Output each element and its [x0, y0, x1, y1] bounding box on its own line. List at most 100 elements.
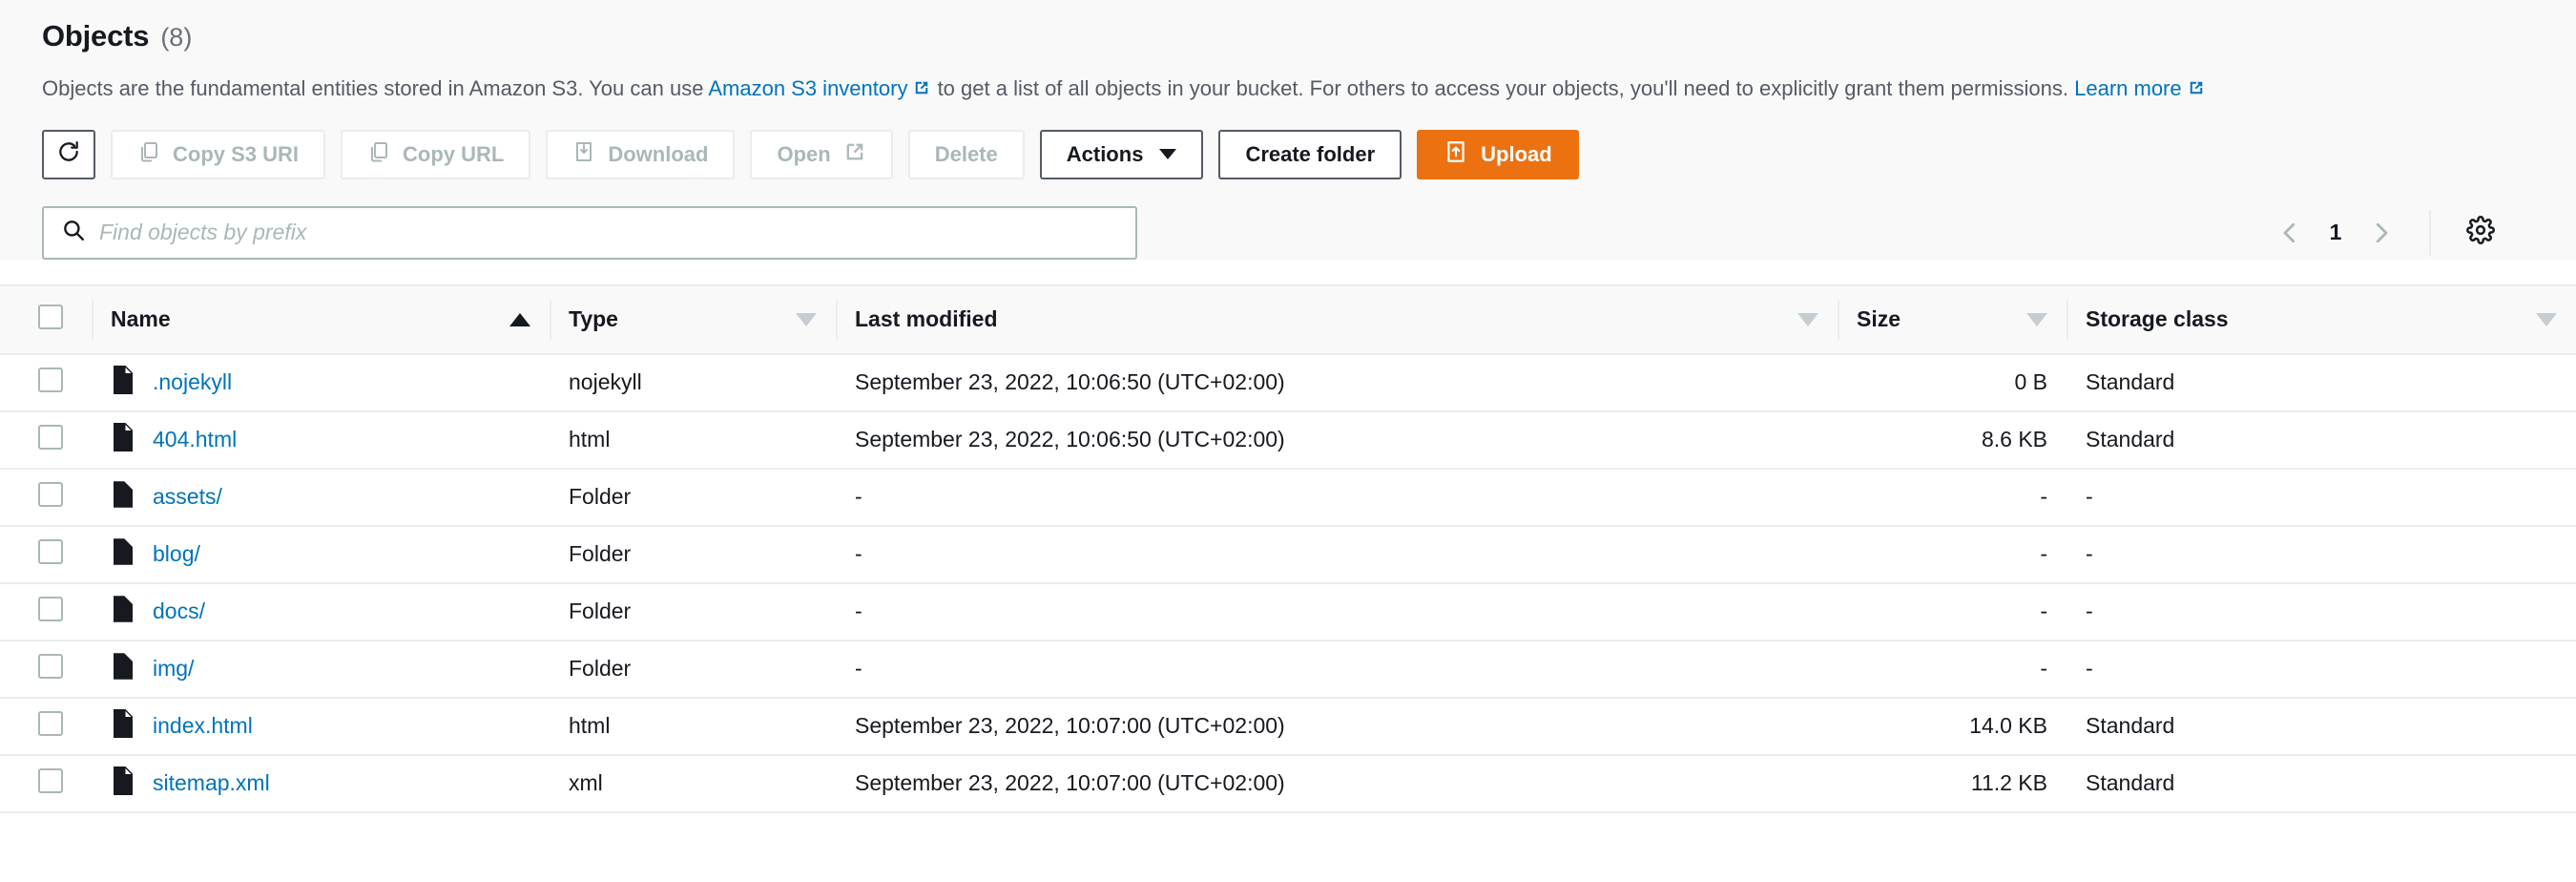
- search-icon: [61, 218, 86, 247]
- settings-button[interactable]: [2456, 208, 2505, 258]
- object-name-link[interactable]: blog/: [153, 541, 200, 567]
- sort-icon[interactable]: [2026, 312, 2047, 326]
- copy-s3-uri-button[interactable]: Copy S3 URI: [111, 129, 326, 179]
- cell-size: 11.2 KB: [1838, 754, 2067, 813]
- pagination-previous-button[interactable]: [2263, 206, 2316, 260]
- upload-button[interactable]: Upload: [1417, 129, 1579, 179]
- actions-button[interactable]: Actions: [1039, 129, 1204, 179]
- object-name-link[interactable]: img/: [153, 656, 194, 682]
- column-header-name[interactable]: Name: [92, 284, 550, 355]
- table-row[interactable]: assets/Folder - - -: [0, 468, 2576, 527]
- object-name-link[interactable]: docs/: [153, 598, 205, 624]
- row-checkbox[interactable]: [38, 596, 63, 621]
- row-select-cell: [0, 410, 92, 470]
- cell-last-modified: -: [836, 468, 1838, 527]
- external-link-icon: [2187, 76, 2206, 105]
- table-row[interactable]: index.html html September 23, 2022, 10:07:…: [0, 697, 2576, 756]
- cell-type: Folder: [550, 525, 836, 584]
- row-checkbox[interactable]: [38, 424, 63, 450]
- column-label-storage-class: Storage class: [2086, 306, 2229, 332]
- table-row[interactable]: blog/Folder - - -: [0, 525, 2576, 584]
- search-input[interactable]: Find objects by prefix: [99, 220, 306, 245]
- cell-storage-class: Standard: [2067, 410, 2576, 470]
- table-row[interactable]: sitemap.xml xml September 23, 2022, 10:07:…: [0, 754, 2576, 813]
- open-label: Open: [777, 141, 831, 166]
- cell-name: img/: [92, 640, 550, 699]
- table-header: Name Type Last modified Size Storage cla…: [0, 284, 2576, 355]
- amazon-s3-inventory-link[interactable]: Amazon S3 inventory: [708, 76, 907, 100]
- copy-url-button[interactable]: Copy URL: [341, 129, 531, 179]
- page-title-text: Objects: [42, 19, 150, 52]
- column-label-size: Size: [1857, 306, 1901, 332]
- open-button[interactable]: Open: [750, 129, 893, 179]
- cell-type: nojekyll: [550, 353, 836, 412]
- sort-icon[interactable]: [2536, 312, 2557, 326]
- delete-button[interactable]: Delete: [907, 129, 1025, 179]
- sort-icon[interactable]: [1797, 312, 1818, 326]
- table-row[interactable]: .nojekyll nojekyll September 23, 2022, 10:…: [0, 353, 2576, 412]
- learn-more-link[interactable]: Learn more: [2074, 76, 2182, 100]
- cell-storage-class: -: [2067, 468, 2576, 527]
- folder-icon: [111, 652, 135, 686]
- external-link-icon: [912, 76, 931, 105]
- object-name-link[interactable]: .nojekyll: [153, 369, 232, 395]
- column-header-type[interactable]: Type: [550, 284, 836, 355]
- column-label-name: Name: [111, 306, 171, 332]
- row-checkbox[interactable]: [38, 367, 63, 392]
- row-checkbox[interactable]: [38, 710, 63, 736]
- cell-last-modified: September 23, 2022, 10:06:50 (UTC+02:00): [836, 353, 1838, 412]
- select-all-checkbox[interactable]: [38, 304, 63, 329]
- column-header-size[interactable]: Size: [1838, 284, 2067, 355]
- cell-storage-class: -: [2067, 525, 2576, 584]
- chevron-down-icon: [1159, 149, 1177, 160]
- column-header-storage-class[interactable]: Storage class: [2067, 284, 2576, 355]
- object-name-link[interactable]: sitemap.xml: [153, 770, 270, 796]
- cell-type: html: [550, 697, 836, 756]
- cell-type: html: [550, 410, 836, 470]
- cell-size: 14.0 KB: [1838, 697, 2067, 756]
- cell-size: -: [1838, 640, 2067, 699]
- search-input-wrapper[interactable]: Find objects by prefix: [42, 205, 1137, 260]
- table-row[interactable]: img/Folder - - -: [0, 640, 2576, 699]
- copy-icon: [137, 140, 160, 169]
- cell-storage-class: -: [2067, 582, 2576, 641]
- folder-icon: [111, 480, 135, 514]
- row-checkbox[interactable]: [38, 767, 63, 793]
- download-icon: [572, 140, 595, 169]
- delete-label: Delete: [934, 141, 998, 166]
- panel-description: Objects are the fundamental entities sto…: [42, 74, 2534, 105]
- pagination-page-1[interactable]: 1: [2316, 220, 2355, 245]
- cell-storage-class: Standard: [2067, 353, 2576, 412]
- row-select-cell: [0, 640, 92, 699]
- refresh-button[interactable]: [42, 129, 95, 179]
- cell-name: .nojekyll: [92, 353, 550, 412]
- external-link-icon: [843, 140, 866, 169]
- row-checkbox[interactable]: [38, 538, 63, 564]
- sort-ascending-icon[interactable]: [509, 312, 530, 326]
- pagination-next-button[interactable]: [2355, 206, 2408, 260]
- folder-icon: [111, 537, 135, 572]
- object-name-link[interactable]: assets/: [153, 484, 222, 510]
- object-name-link[interactable]: index.html: [153, 713, 253, 739]
- object-name-link[interactable]: 404.html: [153, 427, 237, 452]
- divider: [2429, 209, 2431, 256]
- cell-name: docs/: [92, 582, 550, 641]
- row-select-cell: [0, 754, 92, 813]
- download-button[interactable]: Download: [546, 129, 736, 179]
- create-folder-label: Create folder: [1245, 141, 1376, 166]
- copy-url-label: Copy URL: [403, 141, 505, 166]
- table-row[interactable]: 404.html html September 23, 2022, 10:06:50…: [0, 410, 2576, 470]
- cell-name: 404.html: [92, 410, 550, 470]
- cell-size: -: [1838, 468, 2067, 527]
- copy-icon: [367, 140, 390, 169]
- description-text-part2: to get a list of all objects in your buc…: [931, 76, 2075, 100]
- row-checkbox[interactable]: [38, 481, 63, 507]
- table-header-row: Name Type Last modified Size Storage cla…: [0, 284, 2576, 355]
- create-folder-button[interactable]: Create folder: [1218, 129, 1402, 179]
- row-checkbox[interactable]: [38, 653, 63, 679]
- objects-toolbar: Copy S3 URI Copy URL Download Open Delet…: [42, 129, 2534, 179]
- cell-size: -: [1838, 525, 2067, 584]
- table-row[interactable]: docs/Folder - - -: [0, 582, 2576, 641]
- column-header-last-modified[interactable]: Last modified: [836, 284, 1838, 355]
- sort-icon[interactable]: [796, 312, 817, 326]
